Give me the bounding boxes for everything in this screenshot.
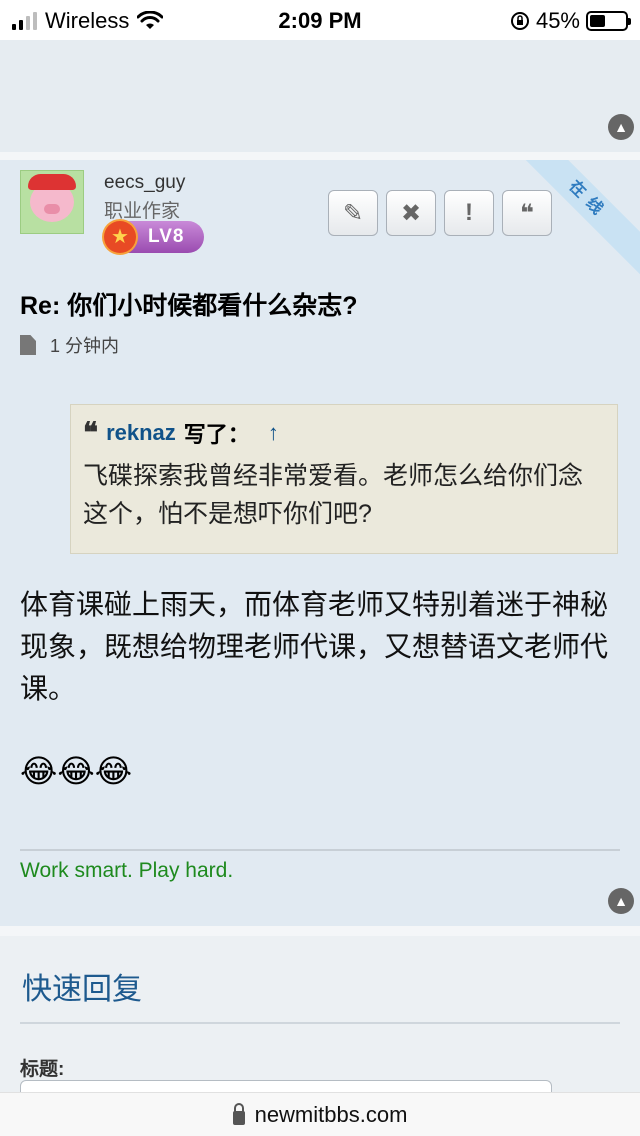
previous-post-panel: ▲ (0, 40, 640, 152)
quote-button[interactable]: ❝ (502, 190, 552, 236)
rank-level: LV8 (148, 226, 185, 247)
post-body: 体育课碰上雨天，而体育老师又特别着迷于神秘现象，既想给物理老师代课，又想替语文老… (20, 589, 609, 704)
laughing-crying-emoji: 😂😂😂 (20, 753, 133, 789)
url-domain[interactable]: newmitbbs.com (255, 1102, 408, 1128)
quick-reply-divider (20, 1022, 620, 1024)
status-bar: Wireless 2:09 PM 45% (0, 0, 640, 40)
file-icon (20, 335, 36, 355)
orientation-lock-icon (510, 12, 529, 30)
avatar[interactable] (20, 170, 84, 234)
star-icon: ★ (104, 221, 136, 253)
user-title: 职业作家 (104, 201, 181, 222)
quote-mark-icon: ❝ (83, 416, 99, 449)
quote-icon: ❝ (519, 199, 535, 227)
exclamation-icon: ! (465, 199, 473, 226)
pig-avatar-icon (28, 174, 76, 222)
close-icon: ✖ (400, 199, 422, 227)
jump-to-quote-arrow-icon[interactable]: ↑ (268, 420, 279, 446)
back-to-top-icon[interactable]: ▲ (608, 888, 634, 914)
quick-reply-title: 快速回复 (22, 973, 142, 1006)
post-meta: 1 分钟内 (20, 332, 119, 358)
quote-header: ❝ reknaz 写了： ↑ (83, 417, 605, 449)
url-bar[interactable]: newmitbbs.com (0, 1092, 640, 1136)
rank-badge: ★ LV8 (104, 221, 204, 253)
pencil-icon: ✎ (342, 199, 364, 227)
post-title[interactable]: Re: 你们小时候都看什么杂志? (20, 286, 358, 322)
post-time: 1 分钟内 (50, 336, 120, 356)
forum-post: eecs_guy 职业作家 ★ LV8 ✎ ✖ ! ❝ 在线 Re: 你们小时候… (0, 160, 640, 926)
delete-button[interactable]: ✖ (386, 190, 436, 236)
lock-icon (232, 1102, 245, 1125)
signature-divider (20, 849, 620, 851)
quote-wrote-label: 写了： (183, 422, 250, 447)
user-signature: Work smart. Play hard. (20, 859, 234, 882)
post-actions: ✎ ✖ ! ❝ (328, 190, 552, 236)
quote-text: 飞碟探索我曾经非常爱看。老师怎么给你们念这个，怕不是想吓你们吧? (83, 462, 584, 528)
status-right: 45% (510, 8, 631, 34)
quote-author-link[interactable]: reknaz (106, 420, 176, 446)
report-button[interactable]: ! (444, 190, 494, 236)
subject-label: 标题: (20, 1059, 65, 1080)
battery-fill (590, 15, 606, 27)
back-to-top-icon[interactable]: ▲ (608, 114, 634, 140)
battery-percent: 45% (535, 8, 580, 33)
battery-icon (586, 11, 631, 31)
quick-reply-panel: 快速回复 标题: (0, 936, 640, 1120)
post-username[interactable]: eecs_guy (104, 172, 185, 194)
edit-button[interactable]: ✎ (328, 190, 378, 236)
quote-block: ❝ reknaz 写了： ↑ 飞碟探索我曾经非常爱看。老师怎么给你们念这个，怕不… (70, 404, 618, 554)
